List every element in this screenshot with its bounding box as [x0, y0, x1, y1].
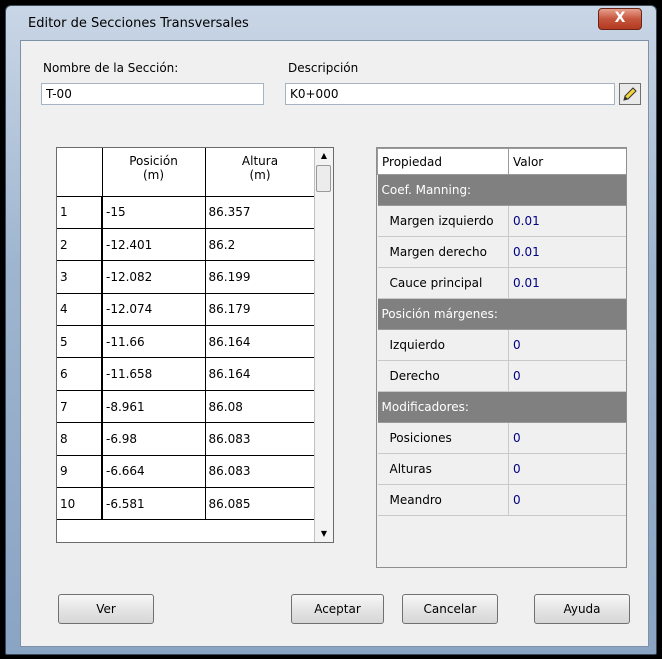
property-name: Cauce principal [377, 267, 509, 299]
height-cell[interactable]: 86.164 [205, 325, 316, 359]
table-row[interactable]: 10 -6.581 86.085 [57, 487, 316, 521]
position-cell[interactable]: -6.98 [102, 422, 206, 456]
table-row[interactable]: 6 -11.658 86.164 [57, 357, 316, 391]
table-row[interactable]: 9 -6.664 86.083 [57, 455, 316, 489]
position-cell[interactable]: -11.658 [102, 357, 206, 391]
properties-grid[interactable]: Propiedad Valor Coef. Manning: Margen izq… [376, 147, 627, 568]
ayuda-button[interactable]: Ayuda [534, 594, 630, 624]
description-field[interactable] [285, 83, 615, 105]
property-value[interactable]: 0 [508, 422, 626, 454]
position-cell[interactable]: -12.074 [102, 293, 206, 327]
property-value[interactable]: 0 [508, 453, 626, 485]
property-name: Izquierdo [377, 329, 509, 361]
property-value[interactable]: 0 [508, 484, 626, 516]
scroll-thumb[interactable] [316, 165, 331, 192]
property-row[interactable]: Cauce principal 0.01 [377, 267, 626, 299]
table-row[interactable]: 2 -12.401 86.2 [57, 228, 316, 262]
property-name: Margen izquierdo [377, 205, 509, 237]
property-column-header: Propiedad [377, 148, 509, 175]
height-cell[interactable]: 86.164 [205, 357, 316, 391]
table-row[interactable]: 1 -15 86.357 [57, 196, 316, 229]
row-number-header [57, 148, 103, 197]
property-value[interactable]: 0 [508, 360, 626, 392]
property-row[interactable]: Derecho 0 [377, 360, 626, 392]
table-row[interactable]: 8 -6.98 86.083 [57, 422, 316, 456]
property-row[interactable]: Izquierdo 0 [377, 329, 626, 361]
row-number: 10 [57, 487, 103, 521]
property-category[interactable]: Posición márgenes: [377, 298, 626, 330]
row-number: 4 [57, 293, 103, 327]
dialog-client-area: Nombre de la Sección: Descripción Posici… [20, 40, 649, 647]
property-row[interactable]: Posiciones 0 [377, 422, 626, 454]
property-name: Posiciones [377, 422, 509, 454]
cancelar-button[interactable]: Cancelar [402, 594, 498, 624]
table-row[interactable]: 7 -8.961 86.08 [57, 390, 316, 424]
height-cell[interactable]: 86.199 [205, 260, 316, 294]
height-cell[interactable]: 86.2 [205, 228, 316, 262]
height-cell[interactable]: 86.083 [205, 455, 316, 489]
editor-window: Editor de Secciones Transversales X Nomb… [5, 5, 657, 655]
scroll-up-icon[interactable]: ▲ [315, 148, 333, 164]
property-value[interactable]: 0.01 [508, 205, 626, 237]
position-cell[interactable]: -15 [102, 196, 206, 229]
row-number: 7 [57, 390, 103, 424]
row-number: 1 [57, 196, 103, 229]
pencil-icon[interactable] [619, 83, 641, 105]
property-name: Meandro [377, 484, 509, 516]
description-label: Descripción [288, 61, 359, 75]
row-number: 9 [57, 455, 103, 489]
position-cell[interactable]: -12.082 [102, 260, 206, 294]
section-name-label: Nombre de la Sección: [43, 61, 179, 75]
category-label: Modificadores: [377, 391, 509, 423]
property-value[interactable]: 0.01 [508, 267, 626, 299]
close-button[interactable]: X [598, 8, 642, 30]
property-name: Derecho [377, 360, 509, 392]
section-points-grid[interactable]: Posición (m) Altura (m) 1 -15 86.357 2 -12.401… [56, 147, 334, 543]
property-category[interactable]: Modificadores: [377, 391, 626, 423]
window-title: Editor de Secciones Transversales [28, 16, 249, 31]
row-number: 2 [57, 228, 103, 262]
height-column-header: Altura (m) [205, 148, 316, 197]
height-cell[interactable]: 86.083 [205, 422, 316, 456]
position-column-header: Posición (m) [102, 148, 206, 197]
property-value[interactable]: 0 [508, 329, 626, 361]
height-cell[interactable]: 86.085 [205, 487, 316, 521]
row-number: 6 [57, 357, 103, 391]
row-number: 8 [57, 422, 103, 456]
property-row[interactable]: Meandro 0 [377, 484, 626, 516]
grid-scrollbar[interactable]: ▲ ▼ [314, 148, 333, 542]
value-column-header: Valor [508, 148, 626, 175]
table-row[interactable]: 5 -11.66 86.164 [57, 325, 316, 359]
position-cell[interactable]: -11.66 [102, 325, 206, 359]
position-cell[interactable]: -12.401 [102, 228, 206, 262]
position-cell[interactable]: -8.961 [102, 390, 206, 424]
row-number: 3 [57, 260, 103, 294]
property-row[interactable]: Margen izquierdo 0.01 [377, 205, 626, 237]
table-row[interactable]: 3 -12.082 86.199 [57, 260, 316, 294]
ver-button[interactable]: Ver [58, 594, 154, 624]
property-row[interactable]: Margen derecho 0.01 [377, 236, 626, 268]
scroll-down-icon[interactable]: ▼ [315, 526, 333, 542]
property-category[interactable]: Coef. Manning: [377, 174, 626, 206]
aceptar-button[interactable]: Aceptar [291, 594, 384, 624]
position-cell[interactable]: -6.581 [102, 487, 206, 521]
property-row[interactable]: Alturas 0 [377, 453, 626, 485]
property-value[interactable]: 0.01 [508, 236, 626, 268]
table-row[interactable]: 4 -12.074 86.179 [57, 293, 316, 327]
category-label: Coef. Manning: [377, 174, 509, 206]
category-label: Posición márgenes: [377, 298, 509, 330]
row-number: 5 [57, 325, 103, 359]
section-name-field[interactable] [41, 83, 264, 105]
property-name: Margen derecho [377, 236, 509, 268]
property-name: Alturas [377, 453, 509, 485]
position-cell[interactable]: -6.664 [102, 455, 206, 489]
height-cell[interactable]: 86.357 [205, 196, 316, 229]
height-cell[interactable]: 86.08 [205, 390, 316, 424]
height-cell[interactable]: 86.179 [205, 293, 316, 327]
